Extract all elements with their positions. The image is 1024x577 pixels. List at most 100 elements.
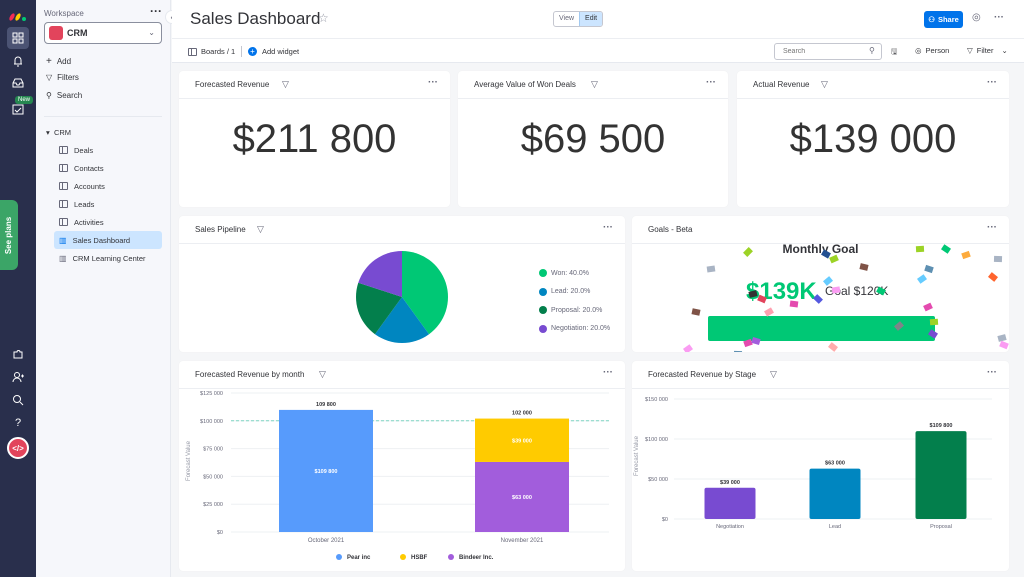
sidebar-item-activities[interactable]: Activities	[54, 213, 162, 231]
y-tick-label: $25 000	[203, 502, 223, 508]
board-icon	[59, 164, 68, 172]
confetti-piece	[751, 336, 761, 346]
sidebar-item-sales-dashboard[interactable]: ▥ Sales Dashboard	[54, 231, 162, 249]
bell-icon[interactable]	[8, 51, 28, 71]
share-button[interactable]: ⚇ Share	[924, 11, 963, 28]
sidebar-search[interactable]: ⚲ Search	[46, 91, 82, 100]
search-input[interactable]	[774, 43, 882, 60]
confetti-piece	[691, 308, 701, 316]
legend-item: Negotiation: 20.0%	[539, 320, 610, 339]
updates-icon[interactable]: ◎	[972, 12, 981, 23]
invite-icon[interactable]	[8, 367, 28, 387]
bar-total-label: 102 000	[512, 411, 532, 417]
sidebar-filters[interactable]: ▽ Filters	[46, 73, 79, 82]
confetti-piece	[757, 294, 767, 304]
search-icon: ⚲	[46, 91, 52, 100]
star-icon[interactable]: ☆	[318, 11, 329, 25]
filter-label: Filter	[976, 46, 994, 55]
folder-crm[interactable]: ▾ CRM	[46, 128, 71, 137]
sidebar-item-contacts[interactable]: Contacts	[54, 159, 162, 177]
x-tick-label: Negotiation	[716, 524, 744, 530]
workspace-selector[interactable]: CRM ⌄	[44, 22, 162, 44]
confetti-piece	[821, 249, 831, 259]
y-tick-label: $125 000	[200, 391, 223, 397]
sidebar-search-label: Search	[56, 91, 83, 100]
confetti-piece	[928, 329, 938, 339]
inbox-icon[interactable]	[8, 73, 28, 93]
y-tick-label: $100 000	[645, 437, 668, 443]
confetti-piece	[997, 334, 1007, 342]
share-icon: ⚇	[928, 15, 935, 24]
confetti-piece	[823, 276, 833, 286]
left-rail: New See plans ? </>	[0, 0, 36, 577]
sidebar-item-accounts[interactable]: Accounts	[54, 177, 162, 195]
confetti-piece	[917, 274, 927, 284]
legend-item: Won: 40.0%	[539, 264, 610, 283]
edit-button[interactable]: Edit	[579, 12, 603, 26]
widget-menu-icon[interactable]: ···	[706, 77, 716, 88]
chevron-down-icon: ⌄	[148, 28, 155, 37]
see-plans-button[interactable]: See plans	[0, 200, 18, 270]
bar-value-label: $63 000	[512, 495, 532, 501]
widget-revenue-by-month: Forecasted Revenue by month ▽ ··· $0 $25 00…	[179, 361, 625, 571]
monday-logo-icon[interactable]	[8, 6, 28, 26]
confetti-piece	[789, 300, 799, 308]
confetti-piece	[894, 321, 904, 331]
y-tick-label: $100 000	[200, 419, 223, 425]
sidebar-add[interactable]: + Add	[46, 56, 71, 67]
legend-dot	[539, 306, 547, 315]
search-icon[interactable]	[8, 390, 28, 410]
dashboard-icon[interactable]	[7, 27, 29, 49]
help-icon[interactable]: ?	[8, 413, 28, 433]
widget-menu-icon[interactable]: ···	[428, 77, 438, 88]
confetti-piece	[831, 286, 841, 294]
legend-item: Lead: 20.0%	[539, 283, 610, 302]
page-title: Sales Dashboard	[190, 9, 321, 28]
sidebar-item-deals[interactable]: Deals	[54, 141, 162, 159]
number-value: $139 000	[789, 117, 957, 161]
plus-icon: +	[46, 56, 52, 67]
confetti-piece	[941, 244, 951, 254]
bar-total-label: 109 800	[316, 402, 336, 408]
view-button[interactable]: View	[554, 12, 579, 26]
confetti-piece	[743, 338, 753, 348]
legend-label: Negotiation: 20.0%	[551, 325, 611, 333]
sidebar-item-crm-learning-center[interactable]: ▥ CRM Learning Center	[54, 249, 162, 267]
my-work-icon[interactable]	[8, 99, 28, 119]
confetti-piece	[764, 307, 774, 317]
y-tick-label: $150 000	[645, 397, 668, 403]
add-widget-button[interactable]: + Add widget	[248, 47, 299, 56]
more-icon[interactable]: ···	[994, 12, 1004, 23]
y-tick-label: $50 000	[203, 474, 223, 480]
filter-icon[interactable]: ▽	[282, 79, 289, 90]
avatar[interactable]: </>	[7, 437, 29, 459]
top-bar: Sales Dashboard ☆ View Edit ⚇ Share ◎ ···…	[172, 0, 1024, 63]
add-widget-label: Add widget	[262, 47, 300, 56]
boards-button[interactable]: Boards / 1	[188, 47, 235, 56]
stacked-bar-chart: $0 $25 000 $50 000 $75 000 $100 000 $125 000 F…	[186, 391, 609, 561]
confetti-piece	[829, 254, 839, 264]
integrations-icon[interactable]	[8, 344, 28, 364]
person-filter-button[interactable]: ◎ Person	[915, 46, 949, 55]
bar	[915, 431, 967, 519]
y-axis-label: Forecast Value	[186, 440, 192, 481]
confetti-piece	[743, 247, 753, 257]
legend-dot	[539, 324, 547, 333]
save-icon[interactable]: 🖫	[891, 46, 897, 59]
dashboard-toolbar: Boards / 1 + Add widget ⚲ 🖫 ◎Person ▽Filt…	[172, 38, 1024, 63]
filter-icon[interactable]: ▽	[591, 79, 598, 90]
workspace-sidebar: Workspace ··· CRM ⌄ + Add ▽ Filters ⚲ Searc…	[36, 0, 171, 577]
widget-menu-icon[interactable]: ···	[987, 77, 997, 88]
confetti-piece	[748, 290, 758, 298]
see-plans-label: See plans	[4, 216, 14, 254]
sidebar-item-leads[interactable]: Leads	[54, 195, 162, 213]
widget-revenue-by-stage: Forecasted Revenue by Stage ▽ ··· $0 $50 00…	[632, 361, 1009, 571]
filter-icon[interactable]: ▽	[821, 79, 828, 90]
plus-circle-icon: +	[248, 47, 257, 56]
filter-button[interactable]: ▽ Filter ⌄	[967, 46, 1008, 55]
divider	[44, 116, 162, 117]
filter-icon: ▽	[967, 46, 973, 55]
workspace-more-icon[interactable]: ···	[150, 4, 162, 18]
chevron-down-icon: ⌄	[1001, 46, 1008, 55]
legend-label: Lead: 20.0%	[551, 288, 591, 296]
